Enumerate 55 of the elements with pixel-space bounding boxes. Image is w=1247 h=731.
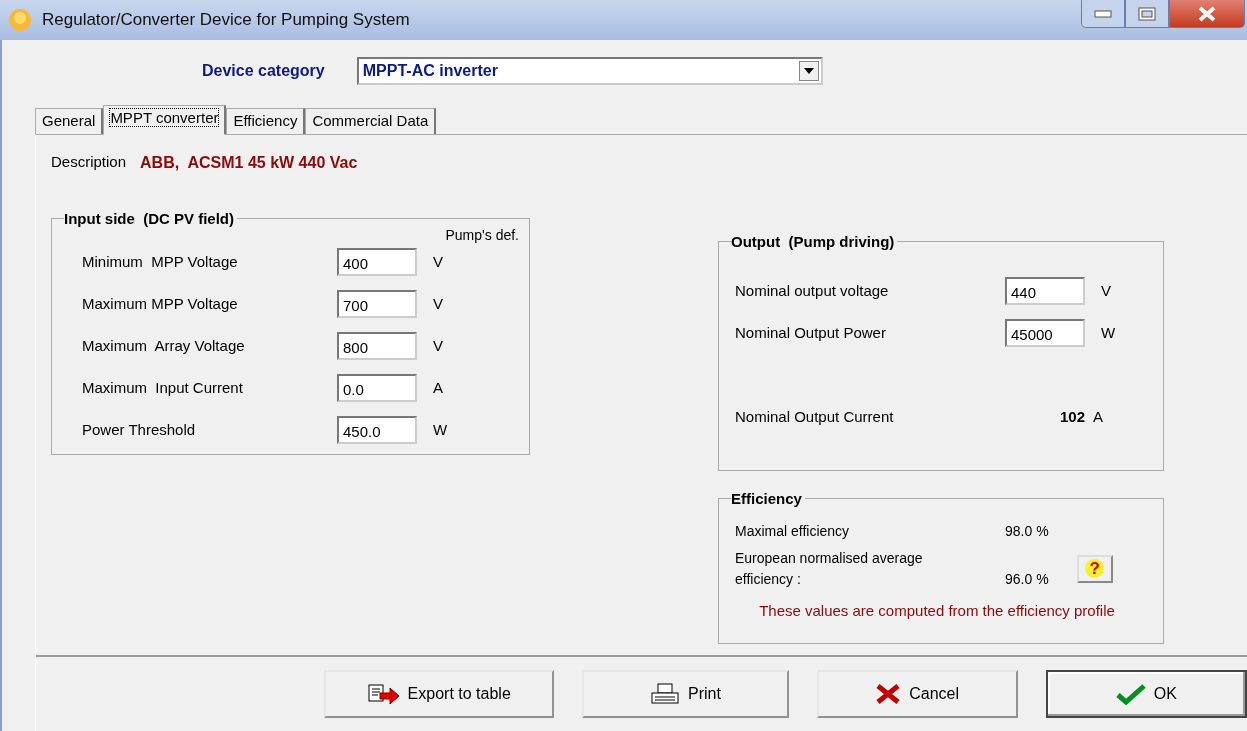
cross-icon xyxy=(875,683,902,705)
window-title: Regulator/Converter Device for Pumping System xyxy=(42,9,410,32)
unit-label: W xyxy=(433,419,448,440)
input-field[interactable]: 0.0 xyxy=(337,374,417,402)
efficiency-label: European normalised average efficiency : xyxy=(735,549,924,589)
minimize-button[interactable] xyxy=(1081,0,1125,28)
unit-label: V xyxy=(433,293,443,314)
input-field[interactable]: 450.0 xyxy=(337,416,417,444)
cancel-button[interactable]: Cancel xyxy=(816,670,1018,718)
unit-label: V xyxy=(1101,280,1111,301)
reading-value: 102 xyxy=(1058,406,1085,427)
description-label: Description xyxy=(51,152,127,172)
export-icon xyxy=(367,683,400,705)
ok-button[interactable]: OK xyxy=(1045,670,1247,718)
input-field[interactable]: 400 xyxy=(337,248,417,276)
unit-label: V xyxy=(433,335,443,356)
field-label: Maximum Input Current xyxy=(82,377,244,398)
input-field[interactable]: 45000 xyxy=(1005,319,1085,347)
tab[interactable]: General xyxy=(35,108,104,134)
tab[interactable]: Efficiency xyxy=(226,108,306,134)
app-icon xyxy=(8,8,32,32)
unit-label: W xyxy=(1101,322,1116,343)
checkmark-icon xyxy=(1115,683,1146,705)
device-category-label: Device category xyxy=(202,61,325,81)
field-label: Maximum MPP Voltage xyxy=(82,293,239,314)
maximize-button[interactable] xyxy=(1125,0,1169,28)
minimize-icon xyxy=(1094,9,1112,18)
tab[interactable]: Commercial Data xyxy=(305,108,437,134)
field-label: Power Threshold xyxy=(82,419,197,440)
efficiency-value: 96.0 % xyxy=(1005,570,1049,589)
tab[interactable]: MPPT converter xyxy=(103,105,227,135)
unit-label: A xyxy=(433,377,443,398)
unit-label: V xyxy=(433,251,443,272)
field-label: Minimum MPP Voltage xyxy=(82,251,239,272)
column-header: Pump's def. xyxy=(445,226,519,245)
close-icon xyxy=(1197,5,1217,22)
device-category-dropdown[interactable]: MPPT-AC inverter xyxy=(356,57,823,85)
field-label: Maximum Array Voltage xyxy=(82,335,246,356)
input-field[interactable]: 800 xyxy=(337,332,417,360)
description-value: ABB, ACSM1 45 kW 440 Vac xyxy=(140,153,358,173)
printer-icon xyxy=(650,683,680,705)
maximize-icon xyxy=(1138,6,1156,21)
export-button[interactable]: Export to table xyxy=(324,670,555,718)
help-button[interactable]: ? xyxy=(1076,555,1113,583)
print-button[interactable]: Print xyxy=(582,670,789,718)
field-label: Nominal Output Power xyxy=(735,322,887,343)
input-field[interactable]: 440 xyxy=(1005,277,1085,305)
field-label: Nominal output voltage xyxy=(735,280,890,301)
efficiency-label: Maximal efficiency xyxy=(735,522,851,541)
field-label: Nominal Output Current xyxy=(735,406,895,427)
efficiency-note: These values are computed from the efficiency profile xyxy=(758,601,1116,621)
efficiency-value: 98.0 % xyxy=(1005,522,1049,541)
close-button[interactable] xyxy=(1169,0,1245,28)
unit-label: A xyxy=(1093,406,1103,427)
input-field[interactable]: 700 xyxy=(337,290,417,318)
